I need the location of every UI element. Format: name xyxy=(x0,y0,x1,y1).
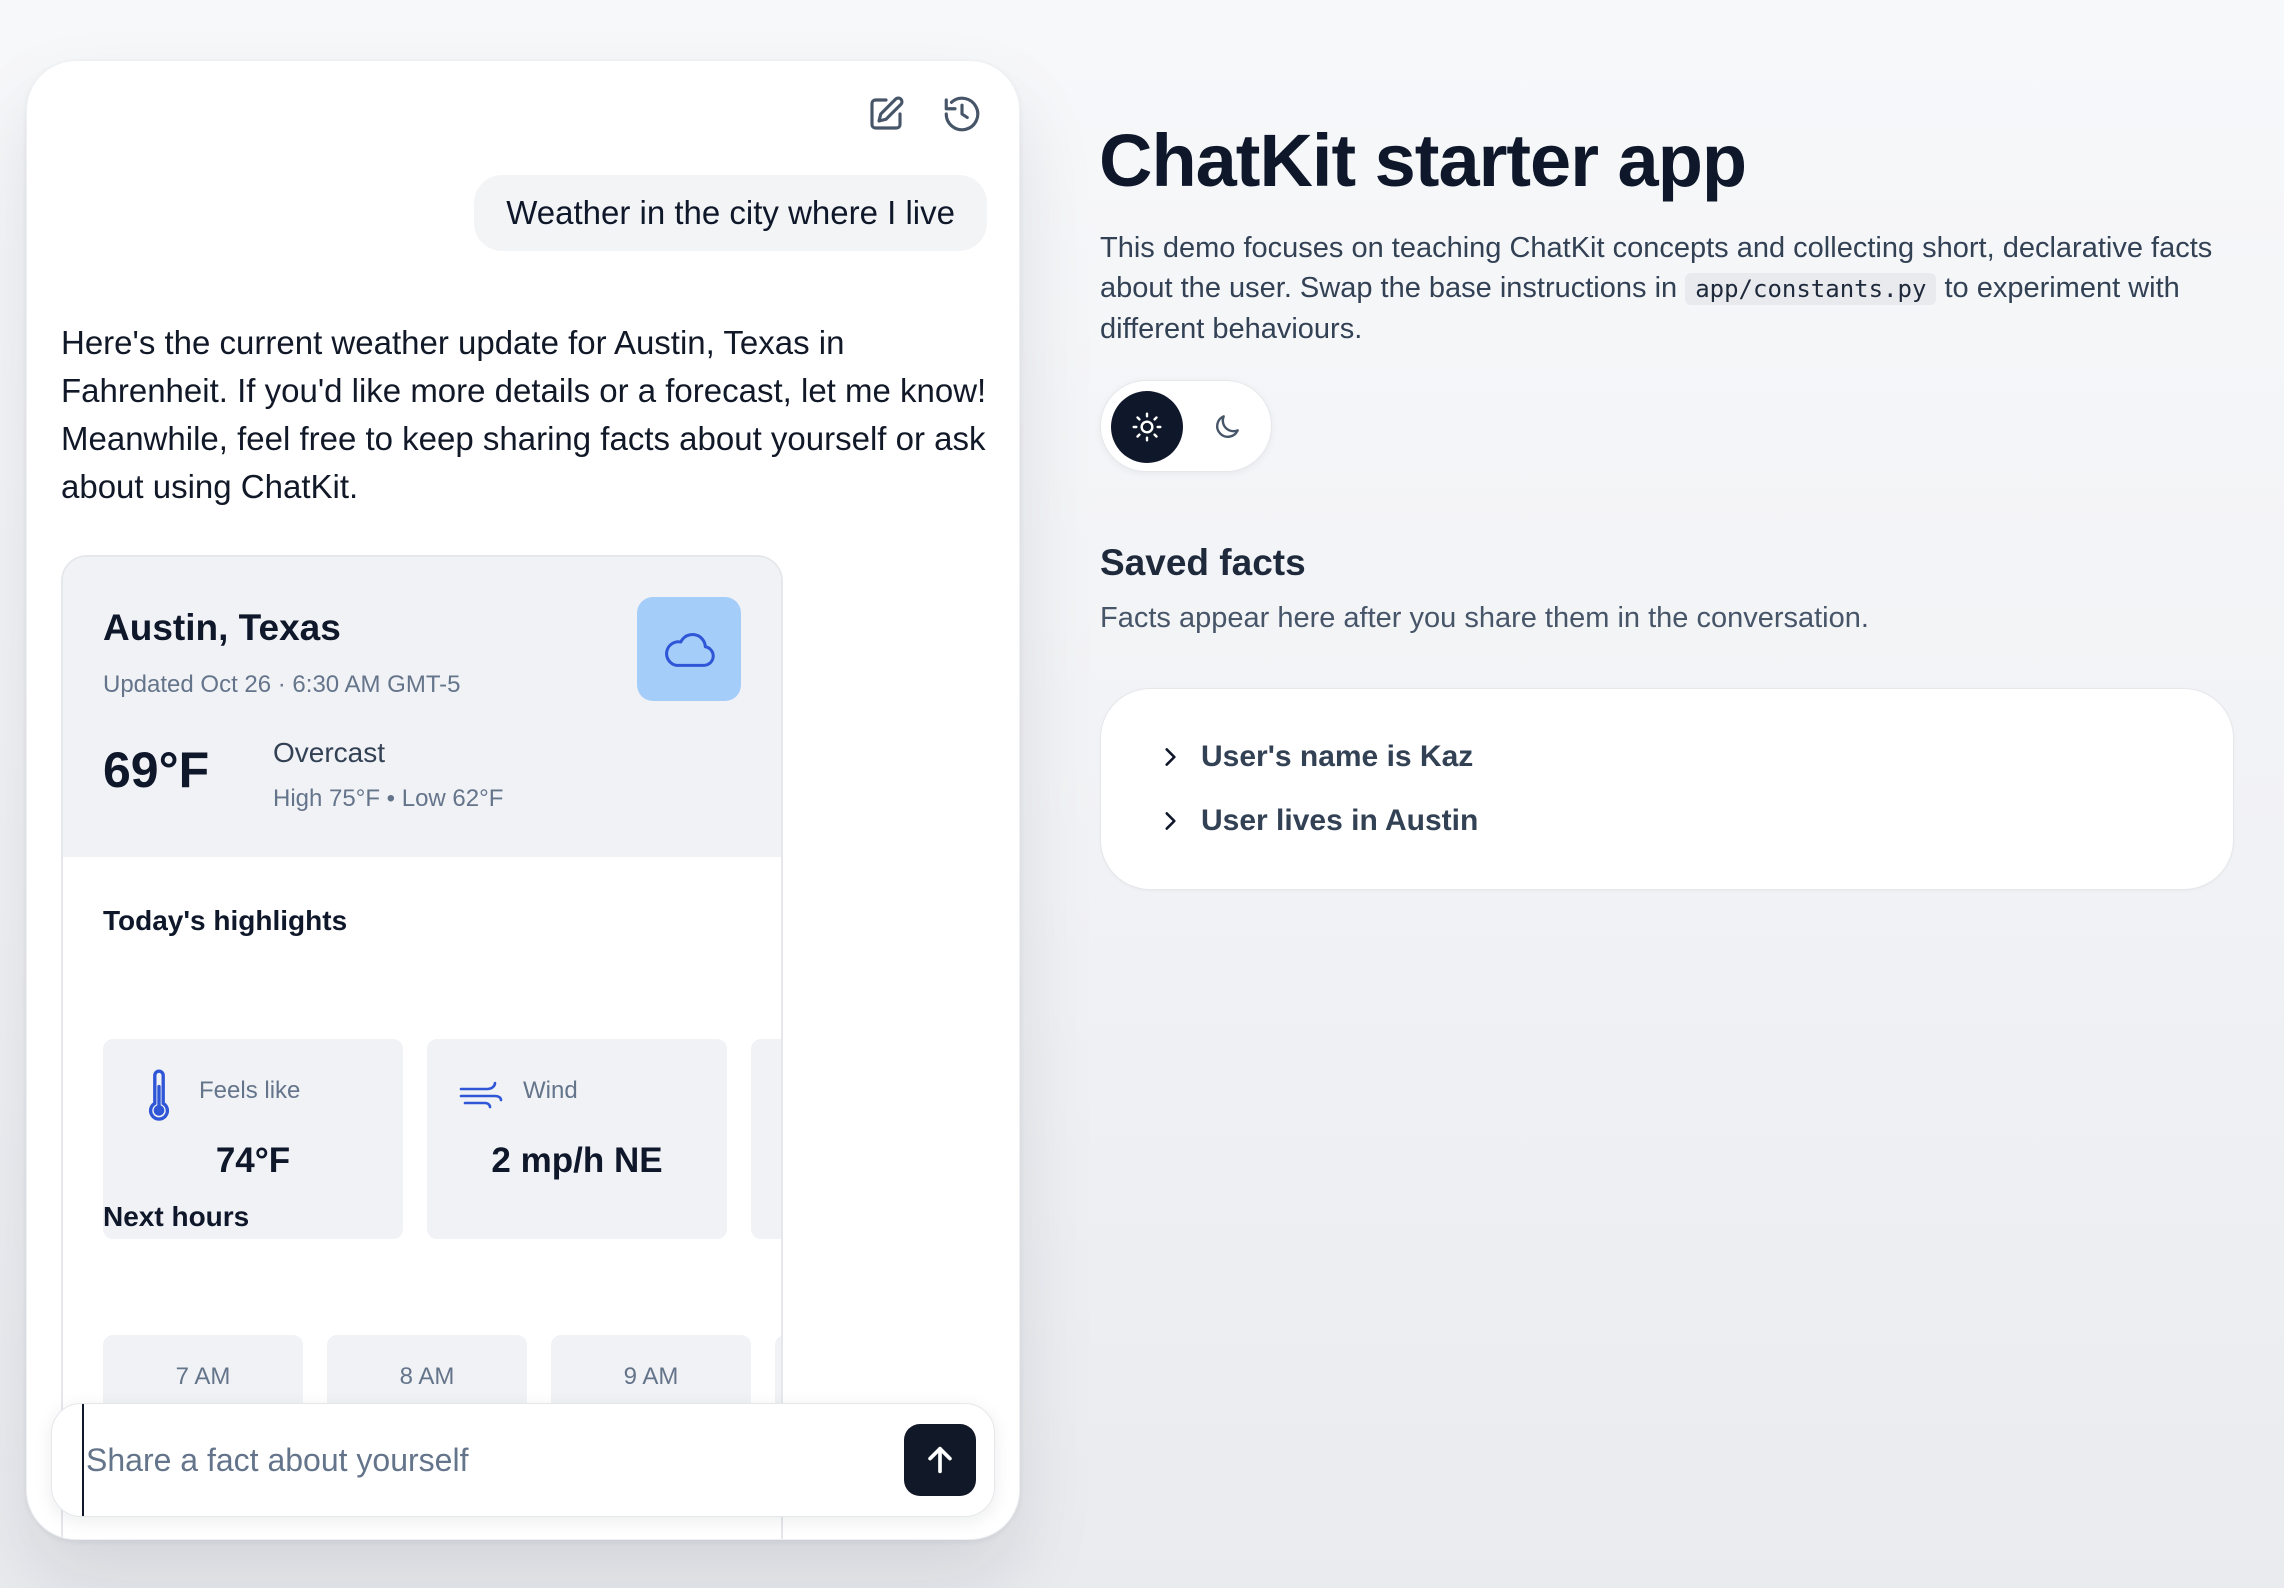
app-description: This demo focuses on teaching ChatKit co… xyxy=(1100,228,2240,349)
highlight-label: Wind xyxy=(523,1077,578,1104)
light-theme-button[interactable] xyxy=(1111,391,1183,463)
saved-facts-title: Saved facts xyxy=(1100,542,1306,583)
highlight-value: 74°F xyxy=(215,1141,291,1180)
weather-city: Austin, Texas xyxy=(103,607,341,648)
message-input[interactable] xyxy=(82,1404,882,1516)
hour-time: 8 AM xyxy=(399,1363,455,1390)
highlight-value: 2 mp/h NE xyxy=(491,1141,663,1180)
message-composer xyxy=(51,1403,995,1517)
chat-panel: Weather in the city where I live Here's … xyxy=(26,60,1020,1540)
weather-widget: Austin, Texas Updated Oct 26 · 6:30 AM G… xyxy=(61,555,783,1539)
sun-icon xyxy=(1132,412,1162,442)
saved-facts-subtitle: Facts appear here after you share them i… xyxy=(1100,602,1869,634)
weather-condition: Overcast xyxy=(273,737,386,768)
wind-icon xyxy=(457,1067,505,1123)
moon-icon xyxy=(1216,415,1239,438)
user-message-bubble: Weather in the city where I live xyxy=(474,175,987,251)
fact-item[interactable]: User's name is Kaz xyxy=(1157,733,1473,781)
fact-text: User's name is Kaz xyxy=(1201,740,1474,773)
next-hours-title: Next hours xyxy=(103,1201,250,1232)
arrow-up-icon xyxy=(928,1446,952,1474)
chevron-right-icon xyxy=(1165,812,1176,830)
hour-time: 9 AM xyxy=(623,1363,679,1390)
cloud-icon xyxy=(637,597,741,701)
code-snippet: app/constants.py xyxy=(1685,273,1937,305)
highlight-card-wind: Wind 2 mp/h NE xyxy=(427,1039,727,1239)
theme-toggle xyxy=(1100,380,1272,472)
hour-time: 7 AM xyxy=(175,1363,231,1390)
saved-facts-list: User's name is Kaz User lives in Austin xyxy=(1100,688,2234,890)
send-button[interactable] xyxy=(904,1424,976,1496)
fact-item[interactable]: User lives in Austin xyxy=(1157,797,1478,845)
weather-summary: Austin, Texas Updated Oct 26 · 6:30 AM G… xyxy=(63,557,781,857)
assistant-message: Here's the current weather update for Au… xyxy=(61,324,987,505)
fact-text: User lives in Austin xyxy=(1201,804,1479,837)
chat-toolbar xyxy=(865,93,983,135)
weather-updated-time: Updated Oct 26 · 6:30 AM GMT-5 xyxy=(103,671,461,698)
highlight-label: Feels like xyxy=(199,1077,301,1104)
thermometer-icon xyxy=(139,1067,179,1123)
high-low-temperature: High 75°F • Low 62°F xyxy=(273,785,504,812)
current-temperature: 69°F xyxy=(103,742,210,798)
chevron-right-icon xyxy=(1165,748,1176,766)
dark-theme-button[interactable] xyxy=(1191,391,1263,463)
page-title: ChatKit starter app xyxy=(1099,119,1747,202)
highlight-card-partial xyxy=(751,1039,781,1239)
compose-icon[interactable] xyxy=(865,93,907,135)
history-icon[interactable] xyxy=(941,93,983,135)
highlights-title: Today's highlights xyxy=(103,905,348,936)
